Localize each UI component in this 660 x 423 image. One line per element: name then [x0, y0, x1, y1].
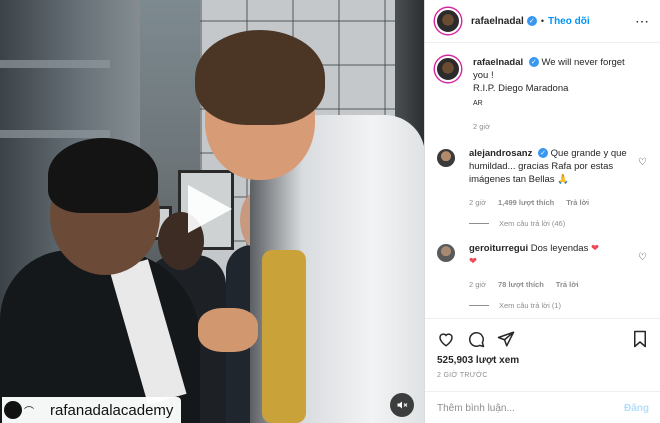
caption-username[interactable]: rafaelnadal — [473, 57, 523, 68]
comment-item: geroiturregui Dos leyendas ❤ ❤ 2 giờ 78 … — [435, 242, 651, 291]
post-comment-button[interactable]: Đăng — [624, 403, 649, 414]
posted-time[interactable]: 2 GIỜ TRƯỚC — [425, 366, 660, 379]
verified-icon: ✓ — [526, 16, 537, 26]
video-hand — [198, 308, 258, 352]
play-icon[interactable] — [188, 185, 232, 233]
comment-username[interactable]: alejandrosanz — [469, 148, 532, 159]
comment-username[interactable]: geroiturregui — [469, 243, 528, 254]
academy-logo: ⌒ — [4, 399, 44, 421]
view-replies-button[interactable]: Xem câu trả lời (1) — [469, 301, 651, 310]
comment-likes[interactable]: 78 lượt thích — [498, 278, 544, 291]
red-heart-icon: ❤ — [590, 243, 599, 254]
follow-button[interactable]: Theo dõi — [548, 16, 590, 27]
like-heart-icon[interactable] — [437, 330, 455, 348]
red-heart-icon: ❤ — [469, 256, 477, 267]
comment-likes[interactable]: 1,499 lượt thích — [498, 196, 554, 209]
verified-icon: ✓ — [528, 57, 539, 68]
share-send-icon[interactable] — [497, 330, 515, 348]
view-replies-text: Xem câu trả lời (46) — [499, 219, 566, 228]
video-pipe — [0, 130, 110, 138]
comment-text: Dos leyendas — [530, 243, 589, 254]
comment-time[interactable]: 2 giờ — [469, 278, 486, 291]
video-player[interactable]: ⌒ rafanadalacademy — [0, 0, 424, 423]
video-yellow-shirt — [262, 250, 306, 423]
caption-time[interactable]: 2 giờ — [473, 120, 490, 133]
muted-speaker-icon[interactable] — [390, 393, 414, 417]
post-actions: 525,903 lượt xem 2 GIỜ TRƯỚC Đăng — [425, 318, 660, 423]
avatar[interactable] — [435, 56, 461, 82]
comment-time[interactable]: 2 giờ — [469, 196, 486, 209]
comments-list[interactable]: rafaelnadal ✓ We will never forget you !… — [425, 44, 660, 317]
separator-dot: • — [540, 16, 544, 26]
comment-composer: Đăng — [425, 391, 660, 423]
bookmark-icon[interactable] — [631, 330, 649, 348]
reply-button[interactable]: Trả lời — [566, 196, 589, 209]
post-header: rafaelnadal ✓ • Theo dõi ⋯ — [425, 0, 660, 43]
caption-line2: R.I.P. Diego Maradona — [473, 83, 569, 94]
like-comment-heart-icon[interactable]: ♡ — [638, 157, 647, 168]
caption: rafaelnadal ✓ We will never forget you !… — [435, 56, 651, 133]
caption-tag: AR — [473, 100, 483, 107]
view-replies-text: Xem câu trả lời (1) — [499, 301, 562, 310]
watermark: ⌒ rafanadalacademy — [2, 397, 182, 423]
video-pipe — [0, 60, 110, 68]
comment-input[interactable] — [437, 402, 624, 414]
like-comment-heart-icon[interactable]: ♡ — [638, 252, 647, 263]
author-username[interactable]: rafaelnadal — [471, 16, 524, 27]
verified-icon: ✓ — [538, 148, 548, 159]
reply-button[interactable]: Trả lời — [556, 278, 579, 291]
avatar[interactable] — [435, 8, 461, 34]
view-replies-button[interactable]: Xem câu trả lời (46) — [469, 219, 651, 228]
post-sidebar: rafaelnadal ✓ • Theo dõi ⋯ rafaelnadal ✓… — [424, 0, 660, 423]
view-count[interactable]: 525,903 lượt xem — [425, 351, 660, 366]
comment-bubble-icon[interactable] — [467, 330, 485, 348]
video-man-right-hair — [195, 30, 325, 125]
comment-item: alejandrosanz ✓ Que grande y que humilda… — [435, 147, 651, 209]
instagram-post: ⌒ rafanadalacademy rafaelnadal ✓ • Theo … — [0, 0, 660, 423]
video-man-left-hair — [48, 138, 158, 213]
watermark-text: rafanadalacademy — [50, 401, 174, 419]
avatar[interactable] — [435, 147, 457, 169]
avatar[interactable] — [435, 242, 457, 264]
more-options-icon[interactable]: ⋯ — [635, 13, 650, 30]
